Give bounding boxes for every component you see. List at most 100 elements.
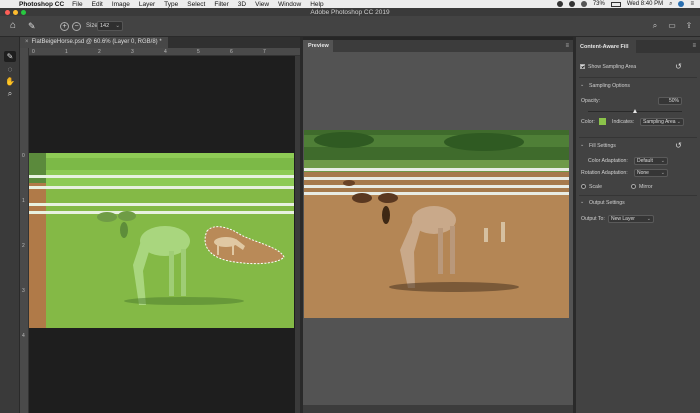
size-input[interactable]: 142 ⌄ [97,21,123,31]
opacity-value: 50% [668,98,679,104]
tools-panel: ✎ ◌ ✋ ⌕ [0,37,20,413]
status-tray: 73% Wed 8:40 PM ⌕ ≡ [556,0,694,8]
show-sampling-area-label: Show Sampling Area [588,64,637,70]
chevron-down-icon[interactable]: ⌄ [580,199,584,205]
size-value: 142 [100,23,110,29]
menu-help[interactable]: Help [310,1,323,8]
horizontal-ruler[interactable]: 0 1 2 3 4 5 6 7 [29,48,300,56]
battery-icon[interactable] [610,1,621,7]
chevron-down-icon: ⌄ [115,23,120,29]
vertical-ruler[interactable]: 0 1 2 3 4 [20,48,29,413]
menu-layer[interactable]: Layer [139,1,155,8]
chevron-down-icon: ⌄ [660,170,665,176]
tab-preview[interactable]: Preview [303,40,333,52]
panel-menu-icon[interactable]: ≡ [565,43,569,49]
scale-label: Scale [589,184,602,190]
fill-settings-header[interactable]: Fill Settings [589,143,616,149]
home-icon[interactable]: ⌂ [10,21,20,31]
minus-circle-icon[interactable]: − [72,22,81,31]
hand-tool-icon[interactable]: ✋ [4,76,16,87]
chevron-down-icon: ⌄ [660,158,665,164]
menu-select[interactable]: Select [187,1,205,8]
horse-photo-with-sampling-overlay[interactable] [29,56,295,413]
reset-icon[interactable]: ↺ [674,141,683,150]
preview-image[interactable] [304,130,569,318]
divider [579,137,697,138]
chevron-down-icon[interactable]: ⌄ [580,142,584,148]
window-titlebar: Adobe Photoshop CC 2019 [0,8,700,16]
ruler-tick: 4 [164,49,167,55]
indicates-value: Sampling Area [643,119,676,125]
search-icon[interactable]: ⌕ [669,1,672,8]
panel-menu-icon[interactable]: ≡ [692,43,696,49]
menu-edit[interactable]: Edit [92,1,103,8]
mirror-checkbox[interactable] [631,184,636,189]
color-label: Color: [581,119,595,125]
ruler-tick: 4 [22,333,25,339]
rotation-adaptation-value: None [637,170,649,176]
zoom-tool-icon[interactable]: ⌕ [4,88,16,99]
avatar[interactable] [678,1,685,7]
preview-panel: Preview ≡ [303,40,573,413]
ruler-tick: 1 [65,49,68,55]
mac-menubar: Photoshop CC File Edit Image Layer Type … [0,0,700,8]
tray-app-icon[interactable] [568,1,575,7]
tray-app-icon[interactable] [556,1,563,7]
menu-3d[interactable]: 3D [238,1,246,8]
battery-percent: 73% [592,1,605,7]
workspace-icon[interactable]: ▭ [667,21,677,31]
menu-file[interactable]: File [72,1,82,8]
lasso-tool-icon[interactable]: ◌ [4,64,16,75]
brush-icon[interactable]: ✎ [28,21,38,31]
reset-icon[interactable]: ↺ [674,62,683,71]
opacity-slider-thumb[interactable] [632,109,637,113]
preview-tabbar: Preview ≡ [303,40,573,52]
close-icon[interactable]: × [25,39,29,45]
panel-tabbar: Content-Aware Fill ≡ [576,40,700,53]
scale-checkbox[interactable] [581,184,586,189]
color-adaptation-label: Color Adaptation: [588,158,628,164]
menu-view[interactable]: View [255,1,269,8]
menu-type[interactable]: Type [164,1,178,8]
indicates-select[interactable]: Sampling Area ⌄ [640,118,684,126]
opacity-input[interactable]: 50% [658,97,682,105]
document-tabbar: × FlatBeigeHorse.psd @ 60.6% (Layer 0, RG… [20,37,300,48]
ruler-tick: 1 [22,198,25,204]
ruler-tick: 2 [98,49,101,55]
wifi-icon[interactable] [580,1,587,7]
preview-statusbar [303,405,573,413]
show-sampling-area-checkbox[interactable] [580,64,585,69]
rotation-adaptation-label: Rotation Adaptation: [581,170,628,176]
ruler-tick: 0 [22,153,25,159]
menu-image[interactable]: Image [112,1,130,8]
sampling-options-header[interactable]: Sampling Options [589,83,630,89]
ruler-tick: 0 [32,49,35,55]
menu-filter[interactable]: Filter [214,1,228,8]
apple-icon[interactable] [6,1,14,7]
output-to-select[interactable]: New Layer ⌄ [608,215,654,223]
search-icon[interactable]: ⌕ [650,21,660,31]
ruler-tick: 2 [22,243,25,249]
tab-content-aware-fill[interactable]: Content-Aware Fill [576,40,636,53]
clock[interactable]: Wed 8:40 PM [627,1,663,7]
plus-circle-icon[interactable]: + [60,22,69,31]
indicates-label: Indicates: [612,119,635,125]
mirror-label: Mirror [639,184,653,190]
overlay-color-swatch[interactable] [599,118,606,125]
chevron-down-icon[interactable]: ⌄ [580,82,584,88]
brush-tool-icon[interactable]: ✎ [4,51,16,62]
ruler-tick: 7 [263,49,266,55]
rotation-adaptation-select[interactable]: None ⌄ [634,169,668,177]
divider [579,195,697,196]
document-tab[interactable]: × FlatBeigeHorse.psd @ 60.6% (Layer 0, RG… [20,37,168,48]
document-canvas[interactable] [29,56,295,413]
menu-list-icon[interactable]: ≡ [690,1,694,7]
share-icon[interactable]: ⇪ [684,21,694,31]
menu-app-name[interactable]: Photoshop CC [19,1,64,8]
output-settings-header[interactable]: Output Settings [589,200,625,206]
chevron-down-icon: ⌄ [646,216,651,222]
color-adaptation-select[interactable]: Default ⌄ [634,157,668,165]
opacity-label: Opacity: [581,98,601,104]
menu-window[interactable]: Window [278,1,301,8]
window-title: Adobe Photoshop CC 2019 [310,8,390,16]
